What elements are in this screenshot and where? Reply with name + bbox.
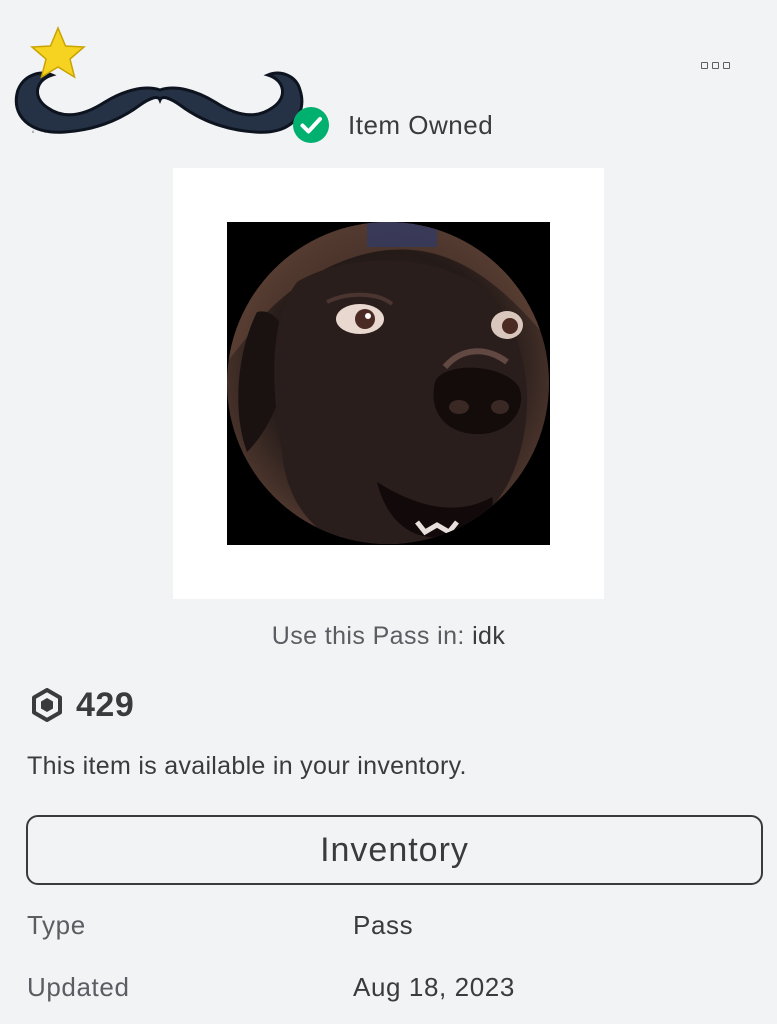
mustache-star-sticker: . . © <box>14 26 304 138</box>
inventory-button[interactable]: Inventory <box>26 815 763 885</box>
item-thumbnail-card <box>173 168 604 599</box>
checkmark-circle-icon <box>293 107 329 143</box>
type-label: Type <box>27 910 86 940</box>
item-owned-indicator: Item Owned <box>292 105 493 145</box>
more-options-button[interactable] <box>690 50 740 80</box>
menu-dot <box>700 61 708 69</box>
price-value: 429 <box>76 685 135 724</box>
game-link[interactable]: idk <box>472 622 505 650</box>
item-owned-label: Item Owned <box>348 109 494 140</box>
availability-text: This item is available in your inventory… <box>27 752 467 780</box>
menu-dot <box>711 61 719 69</box>
menu-dot <box>722 61 730 69</box>
updated-value: Aug 18, 2023 <box>353 972 515 1002</box>
dog-face-thumbnail <box>227 222 550 545</box>
price-row: 429 <box>30 682 134 728</box>
type-value: Pass <box>353 910 414 940</box>
updated-label: Updated <box>27 972 130 1002</box>
robux-icon <box>32 688 62 722</box>
use-pass-prefix: Use this Pass in: <box>271 622 465 650</box>
use-pass-in-text: Use this Pass in: idk <box>0 622 777 651</box>
